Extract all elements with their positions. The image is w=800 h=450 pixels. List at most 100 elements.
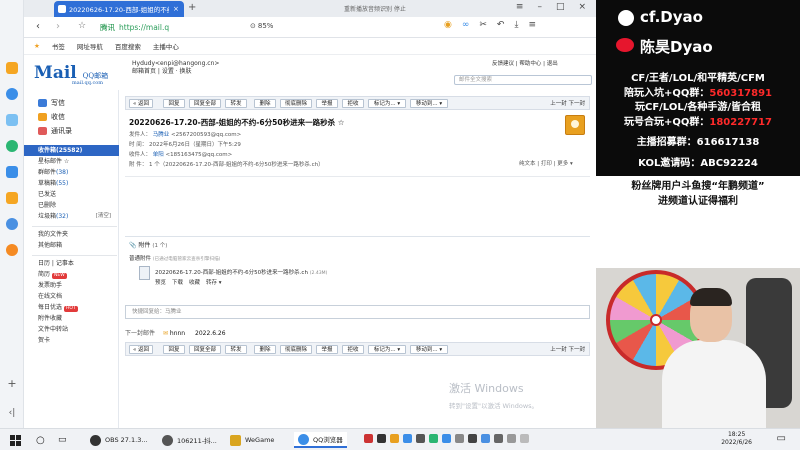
start-icon[interactable] — [6, 432, 25, 448]
delete-permanent-button[interactable]: 彻底删除 — [280, 99, 312, 108]
close-window-icon[interactable]: × — [578, 2, 586, 12]
folder-starred[interactable]: 星标邮件 ☆ — [24, 156, 119, 167]
game-icon[interactable]: ◉ — [444, 20, 452, 30]
address-bar[interactable]: 腾讯 https://mail.q — [100, 20, 240, 35]
move-to-dropdown[interactable]: 移动到... ▾ — [410, 345, 448, 354]
app-icon-8[interactable] — [6, 244, 18, 256]
taskbar-app-obs[interactable]: OBS 27.1.3... — [86, 432, 152, 448]
folder-spam[interactable]: 垃圾箱(32) [清空] — [24, 211, 119, 222]
preview-link[interactable]: 预览 — [155, 278, 166, 286]
to-name[interactable]: 单阳 — [153, 152, 164, 158]
forward-button[interactable]: 转发 — [225, 99, 247, 108]
folder-group[interactable]: 群邮件(38) — [24, 167, 119, 178]
app-cards[interactable]: 贺卡 — [24, 335, 119, 346]
app-icon-1[interactable] — [6, 62, 18, 74]
folder-inbox[interactable]: 收件箱(25582) — [24, 145, 119, 156]
forward-icon[interactable]: › — [56, 21, 60, 32]
extension-icon[interactable]: ∞ — [462, 20, 470, 30]
star-icon[interactable]: ☆ — [78, 21, 86, 31]
notification-icon[interactable]: ▭ — [777, 433, 786, 444]
reply-all-button[interactable]: 回复全部 — [189, 99, 221, 108]
download-link[interactable]: 下载 — [172, 278, 183, 286]
view-options[interactable]: 纯文本 | 打印 | 更多 ▾ — [519, 159, 573, 167]
tray-app-icon[interactable] — [377, 434, 386, 443]
tray-app-icon[interactable] — [364, 434, 373, 443]
back-button[interactable]: « 返回 — [129, 345, 153, 354]
receive-link[interactable]: 收信 — [38, 112, 65, 122]
sender-avatar[interactable] — [565, 115, 585, 135]
more-icon[interactable]: ≡ — [528, 20, 536, 30]
taskbar-app-douyu[interactable]: 106211-抖... — [158, 432, 221, 448]
reject-button[interactable]: 拒收 — [342, 345, 364, 354]
tray-app-icon[interactable] — [403, 434, 412, 443]
app-icon-6[interactable] — [6, 192, 18, 204]
app-icon-5[interactable] — [6, 166, 18, 178]
reply-button[interactable]: 回复 — [163, 99, 185, 108]
menu-icon[interactable]: ≡ — [516, 2, 524, 12]
tray-app-icon[interactable] — [416, 434, 425, 443]
move-to-dropdown[interactable]: 移动到... ▾ — [410, 99, 448, 108]
compose-link[interactable]: 写信 — [38, 98, 65, 108]
bookmark-item[interactable]: 书签 — [52, 41, 65, 51]
empty-spam-link[interactable]: [清空] — [96, 211, 111, 222]
app-docs[interactable]: 在线文档 — [24, 291, 119, 302]
app-icon-3[interactable] — [6, 114, 18, 126]
back-icon[interactable]: ‹ — [36, 21, 40, 32]
delete-button[interactable]: 删除 — [254, 345, 276, 354]
add-app-icon[interactable]: + — [6, 378, 18, 390]
download-icon[interactable]: ⤓ — [514, 20, 518, 30]
maximize-icon[interactable]: □ — [556, 2, 565, 12]
app-file-transfer[interactable]: 文件中转站 — [24, 324, 119, 335]
new-tab-icon[interactable]: + — [188, 2, 196, 13]
reply-button[interactable]: 回复 — [163, 345, 185, 354]
app-calendar[interactable]: 日历 | 记事本 — [24, 258, 119, 269]
tray-app-icon[interactable] — [507, 434, 516, 443]
mark-as-dropdown[interactable]: 标记为... ▾ — [368, 345, 406, 354]
next-mail-row[interactable]: 下一封邮件 ✉ hnnn 2022.6.26 — [125, 328, 234, 337]
top-links[interactable]: 反馈建议 | 帮助中心 | 退出 — [492, 59, 558, 67]
browser-tab[interactable]: 20220626-17.20-西部-姐姐的不约-6分50秒进来一路秒杀.mp4 … — [54, 1, 184, 17]
favorite-link[interactable]: 收藏 — [189, 278, 200, 286]
tray-app-icon[interactable] — [481, 434, 490, 443]
tray-app-icon[interactable] — [442, 434, 451, 443]
account-links[interactable]: 邮箱首页 | 设置 · 换肤 — [132, 68, 219, 76]
delete-button[interactable]: 删除 — [254, 99, 276, 108]
tray-app-icon[interactable] — [455, 434, 464, 443]
mark-as-dropdown[interactable]: 标记为... ▾ — [368, 99, 406, 108]
folder-drafts[interactable]: 草稿箱(55) — [24, 178, 119, 189]
report-button[interactable]: 举报 — [316, 99, 338, 108]
minimize-icon[interactable]: – — [537, 2, 542, 12]
delete-permanent-button[interactable]: 彻底删除 — [280, 345, 312, 354]
reply-all-button[interactable]: 回复全部 — [189, 345, 221, 354]
att-summary[interactable]: 1 个（20220626-17.20-西部-姐姐的不约-6分50秒进来一路秒杀.… — [149, 162, 324, 168]
taskbar-app-wegame[interactable]: WeGame — [226, 432, 278, 448]
collapse-icon[interactable]: ‹| — [6, 408, 18, 420]
tray-app-icon[interactable] — [390, 434, 399, 443]
app-icon-2[interactable] — [6, 88, 18, 100]
undo-icon[interactable]: ↶ — [497, 20, 505, 30]
quick-reply-input[interactable]: 快捷回复给：马腾业 — [125, 305, 590, 319]
cut-icon[interactable]: ✂ — [479, 20, 487, 30]
attachment-filename[interactable]: 20220626-17.20-西部-姐姐的不约-6分50秒进来一路秒杀.ch — [155, 270, 308, 276]
tray-app-icon[interactable] — [429, 434, 438, 443]
pager-links[interactable]: 上一封 下一封 — [550, 99, 585, 107]
app-invoice[interactable]: 发票助手 — [24, 280, 119, 291]
tray-app-icon[interactable] — [468, 434, 477, 443]
app-icon-7[interactable] — [6, 218, 18, 230]
folder-my-folders[interactable]: 我的文件夹 — [24, 229, 119, 240]
tab-close-icon[interactable]: × — [173, 5, 179, 13]
tray-app-icon[interactable] — [520, 434, 529, 443]
search-icon[interactable]: ○ — [32, 432, 49, 448]
from-name[interactable]: 马腾业 — [153, 132, 170, 138]
folder-other-mailboxes[interactable]: 其他邮箱 — [24, 240, 119, 251]
app-icon-4[interactable] — [6, 140, 18, 152]
save-to-link[interactable]: 转存 ▾ — [206, 278, 222, 286]
folder-sent[interactable]: 已发送 — [24, 189, 119, 200]
tray-app-icon[interactable] — [494, 434, 503, 443]
contacts-link[interactable]: 通讯录 — [38, 126, 72, 136]
zoom-level[interactable]: ⊙ 85% — [250, 22, 273, 30]
pager-links[interactable]: 上一封 下一封 — [550, 345, 585, 353]
bookmark-item[interactable]: 主播中心 — [153, 41, 179, 51]
back-button[interactable]: « 返回 — [129, 99, 153, 108]
taskbar-app-qqbrowser[interactable]: QQ浏览器 — [294, 432, 347, 448]
